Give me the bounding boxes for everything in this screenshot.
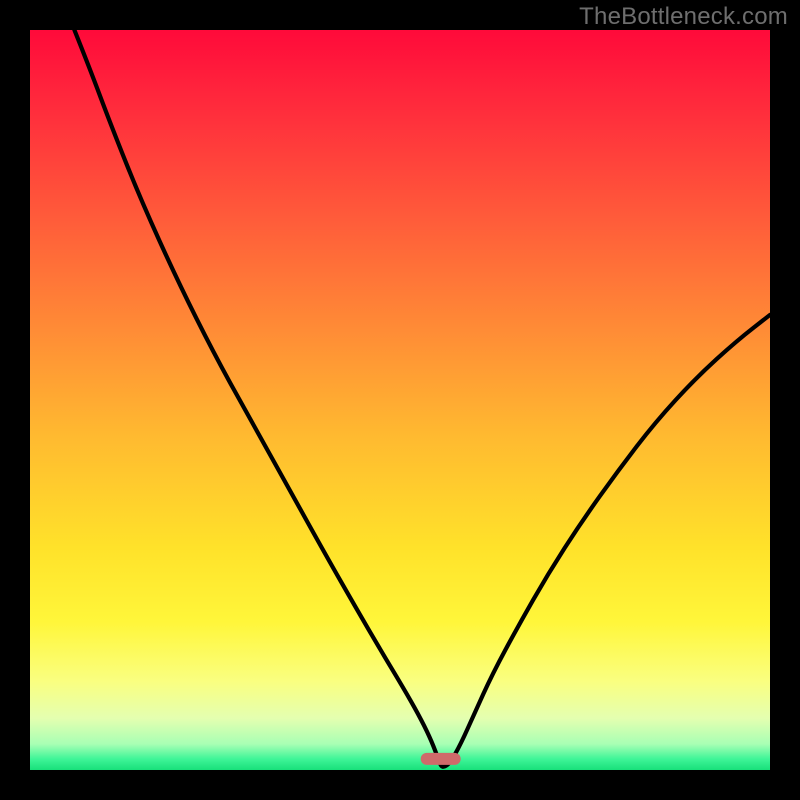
- optimum-marker: [421, 753, 461, 765]
- plot-area: [30, 30, 770, 770]
- chart-frame: TheBottleneck.com: [0, 0, 800, 800]
- gradient-background: [30, 30, 770, 770]
- chart-svg: [30, 30, 770, 770]
- watermark-text: TheBottleneck.com: [579, 3, 788, 31]
